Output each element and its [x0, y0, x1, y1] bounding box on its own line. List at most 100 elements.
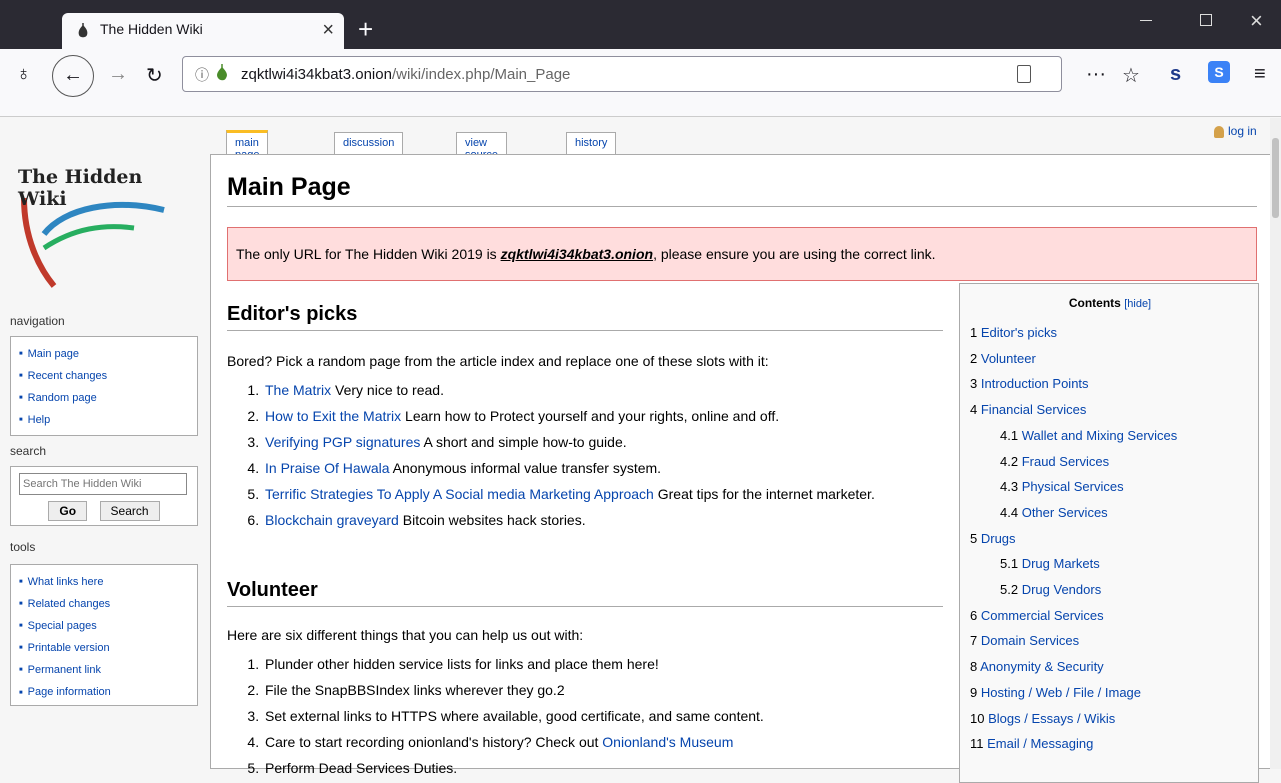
- new-tab-icon[interactable]: +: [358, 14, 373, 44]
- forward-icon[interactable]: →: [108, 63, 128, 86]
- maximize-icon[interactable]: [1200, 14, 1212, 26]
- list-item: How to Exit the Matrix Learn how to Prot…: [263, 403, 953, 429]
- toc-number: 4.4: [1000, 504, 1019, 520]
- tor-onion-icon[interactable]: ♁: [16, 63, 31, 86]
- scrollbar-thumb[interactable]: [1272, 138, 1279, 218]
- sidebar-item-main-page[interactable]: Main page: [19, 343, 189, 365]
- toc-item[interactable]: 7 Domain Services: [970, 628, 1177, 654]
- onionland-museum-link[interactable]: Onionland's Museum: [602, 734, 733, 750]
- tab-main-page[interactable]: main page: [226, 130, 269, 161]
- pick-link[interactable]: Verifying PGP signatures: [265, 434, 420, 450]
- sidebar-item-printable-version[interactable]: Printable version: [19, 637, 189, 659]
- reload-icon[interactable]: ↻: [146, 63, 163, 88]
- notice-pre: The only URL for The Hidden Wiki 2019 is: [236, 246, 501, 262]
- pick-link[interactable]: In Praise Of Hawala: [265, 460, 390, 476]
- go-button[interactable]: Go: [48, 501, 88, 521]
- toc-heading: Contents: [1068, 296, 1121, 310]
- notice-onion-link[interactable]: zqktlwi4i34kbat3.onion: [501, 246, 653, 262]
- sidebar-item-special-pages[interactable]: Special pages: [19, 615, 189, 637]
- site-logo[interactable]: The Hidden Wiki: [14, 158, 194, 298]
- toc-item[interactable]: 4.2 Fraud Services: [970, 449, 1177, 475]
- pick-link[interactable]: The Matrix: [265, 382, 331, 398]
- search-input[interactable]: [19, 473, 187, 495]
- tab-discussion[interactable]: discussion: [334, 132, 404, 156]
- browser-tab[interactable]: The Hidden Wiki ×: [62, 13, 344, 49]
- pick-desc: Bitcoin websites hack stories.: [398, 512, 586, 528]
- pick-desc: Great tips for the internet marketer.: [653, 486, 875, 502]
- window-close-icon[interactable]: ×: [1250, 8, 1263, 34]
- pick-desc: Learn how to Protect yourself and your r…: [401, 408, 780, 424]
- editors-picks-list: The Matrix Very nice to read. How to Exi…: [263, 377, 953, 533]
- search-button[interactable]: Search: [99, 501, 160, 521]
- sidebar-item-permanent-link[interactable]: Permanent link: [19, 659, 189, 681]
- star-icon[interactable]: ☆: [1122, 63, 1140, 88]
- toc-item[interactable]: 3 Introduction Points: [970, 371, 1177, 397]
- close-tab-icon[interactable]: ×: [322, 18, 334, 42]
- tab-history[interactable]: history: [566, 132, 617, 156]
- tab-view-source[interactable]: view source: [456, 132, 508, 161]
- search-portlet: Go Search: [10, 466, 198, 526]
- editors-picks-intro: Bored? Pick a random page from the artic…: [227, 353, 769, 369]
- editors-picks-heading: Editor's picks: [227, 303, 943, 331]
- toc-label: Drug Vendors: [1021, 582, 1102, 598]
- extension-skype-icon[interactable]: S: [1208, 61, 1230, 83]
- toc-item[interactable]: 11 Email / Messaging: [970, 731, 1177, 757]
- login-label: log in: [1228, 124, 1257, 138]
- toc-item[interactable]: 2 Volunteer: [970, 346, 1177, 372]
- extension-s-icon[interactable]: s: [1170, 63, 1181, 86]
- toc-item[interactable]: 5.1 Drug Markets: [970, 551, 1177, 577]
- toc-hide-link[interactable]: [hide]: [1124, 298, 1151, 310]
- sidebar-item-what-links-here[interactable]: What links here: [19, 571, 189, 593]
- page-scrollbar[interactable]: [1270, 118, 1281, 769]
- onion-favicon-icon: [78, 23, 88, 38]
- toc-item[interactable]: 4.1 Wallet and Mixing Services: [970, 423, 1177, 449]
- sidebar-item-related-changes[interactable]: Related changes: [19, 593, 189, 615]
- toc-item[interactable]: 6 Commercial Services: [970, 603, 1177, 629]
- toc-item[interactable]: 5.2 Drug Vendors: [970, 577, 1177, 603]
- sidebar-item-page-information[interactable]: Page information: [19, 681, 189, 703]
- info-icon[interactable]: ⓘ: [195, 65, 209, 85]
- sidebar-item-random-page[interactable]: Random page: [19, 387, 189, 409]
- list-item: Perform Dead Services Duties.: [263, 755, 953, 781]
- pick-link[interactable]: Terrific Strategies To Apply A Social me…: [265, 486, 654, 502]
- more-icon[interactable]: ···: [1086, 63, 1106, 86]
- toc-label: Drugs: [980, 530, 1016, 546]
- pick-link[interactable]: How to Exit the Matrix: [265, 408, 401, 424]
- toc-number: 8: [970, 659, 978, 675]
- volunteer-text: Perform Dead Services Duties.: [265, 760, 458, 776]
- toc-item[interactable]: 4.4 Other Services: [970, 500, 1177, 526]
- toc-item[interactable]: 4 Financial Services: [970, 397, 1177, 423]
- logo-text: The Hidden Wiki: [18, 166, 143, 210]
- url-bar[interactable]: ⓘ zqktlwi4i34kbat3.onion/wiki/index.php/…: [182, 56, 1062, 92]
- toc-item[interactable]: 8 Anonymity & Security: [970, 654, 1177, 680]
- toc-number: 7: [970, 633, 978, 649]
- user-icon: [1214, 125, 1224, 138]
- search-buttons: Go Search: [19, 501, 189, 521]
- minimize-icon[interactable]: [1140, 20, 1152, 21]
- sidebar-item-recent-changes[interactable]: Recent changes: [19, 365, 189, 387]
- toc-item[interactable]: 10 Blogs / Essays / Wikis: [970, 706, 1177, 732]
- pick-link[interactable]: Blockchain graveyard: [265, 512, 399, 528]
- toc-number: 6: [970, 607, 978, 623]
- volunteer-text: Plunder other hidden service lists for l…: [265, 656, 659, 672]
- back-icon[interactable]: ←: [52, 55, 94, 97]
- sidebar-item-help[interactable]: Help: [19, 409, 189, 431]
- menu-icon[interactable]: ≡: [1254, 63, 1266, 86]
- volunteer-text: File the SnapBBSIndex links wherever the…: [265, 682, 565, 698]
- reader-view-icon[interactable]: [1017, 65, 1031, 83]
- toc-label: Domain Services: [980, 633, 1080, 649]
- toc-item[interactable]: 4.3 Physical Services: [970, 474, 1177, 500]
- toc-number: 2: [970, 350, 978, 366]
- toc-label: Anonymity & Security: [980, 659, 1104, 675]
- content-area: Main Page The only URL for The Hidden Wi…: [210, 154, 1281, 783]
- toc-item[interactable]: 5 Drugs: [970, 526, 1177, 552]
- volunteer-heading: Volunteer: [227, 579, 943, 607]
- volunteer-list: Plunder other hidden service lists for l…: [263, 651, 953, 781]
- url-text[interactable]: zqktlwi4i34kbat3.onion/wiki/index.php/Ma…: [241, 66, 570, 83]
- toc-item[interactable]: 1 Editor's picks: [970, 320, 1177, 346]
- toc-label: Physical Services: [1021, 479, 1124, 495]
- toc-item[interactable]: 9 Hosting / Web / File / Image: [970, 680, 1177, 706]
- navigation-heading: navigation: [10, 314, 65, 328]
- toc-number: 11: [970, 736, 984, 752]
- login-link[interactable]: log in: [1214, 124, 1257, 138]
